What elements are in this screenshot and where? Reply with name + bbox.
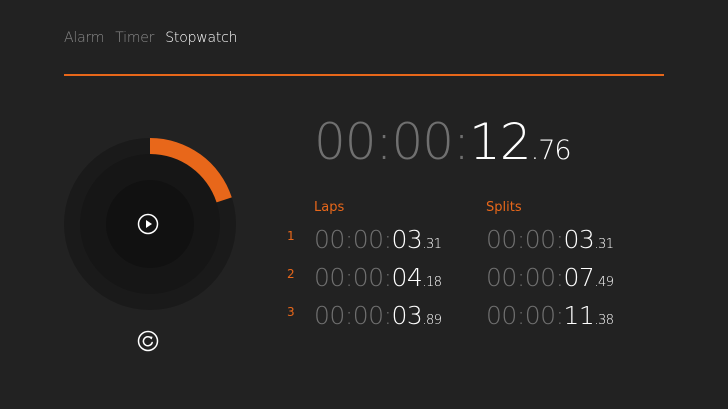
elapsed-minutes: 00 xyxy=(391,113,454,171)
tab-timer[interactable]: Timer xyxy=(115,30,154,46)
elapsed-hours: 00 xyxy=(314,113,377,171)
split-time: 00:00:03.31 xyxy=(486,225,614,254)
reset-button[interactable] xyxy=(137,330,159,352)
lap-time: 00:00:03.89 xyxy=(314,301,442,330)
laps-column-header: Laps xyxy=(314,200,345,215)
elapsed-hundredths: 76 xyxy=(538,135,571,166)
splits-column-header: Splits xyxy=(486,200,522,215)
tab-bar: Alarm Timer Stopwatch xyxy=(64,30,238,46)
split-time: 00:00:11.38 xyxy=(486,301,614,330)
tab-alarm[interactable]: Alarm xyxy=(64,30,104,46)
play-icon xyxy=(137,213,159,235)
lap-time: 00:00:03.31 xyxy=(314,225,442,254)
reset-icon xyxy=(137,330,159,352)
header-divider xyxy=(64,74,664,76)
play-button[interactable] xyxy=(137,213,159,235)
lap-number: 1 xyxy=(287,229,295,243)
lap-number: 2 xyxy=(287,267,295,281)
elapsed-time-display: 00:00:12.76 xyxy=(314,113,572,171)
lap-time: 00:00:04.18 xyxy=(314,263,442,292)
elapsed-seconds: 12 xyxy=(468,113,532,171)
lap-number: 3 xyxy=(287,305,295,319)
tab-stopwatch[interactable]: Stopwatch xyxy=(165,30,237,46)
split-time: 00:00:07.49 xyxy=(486,263,614,292)
